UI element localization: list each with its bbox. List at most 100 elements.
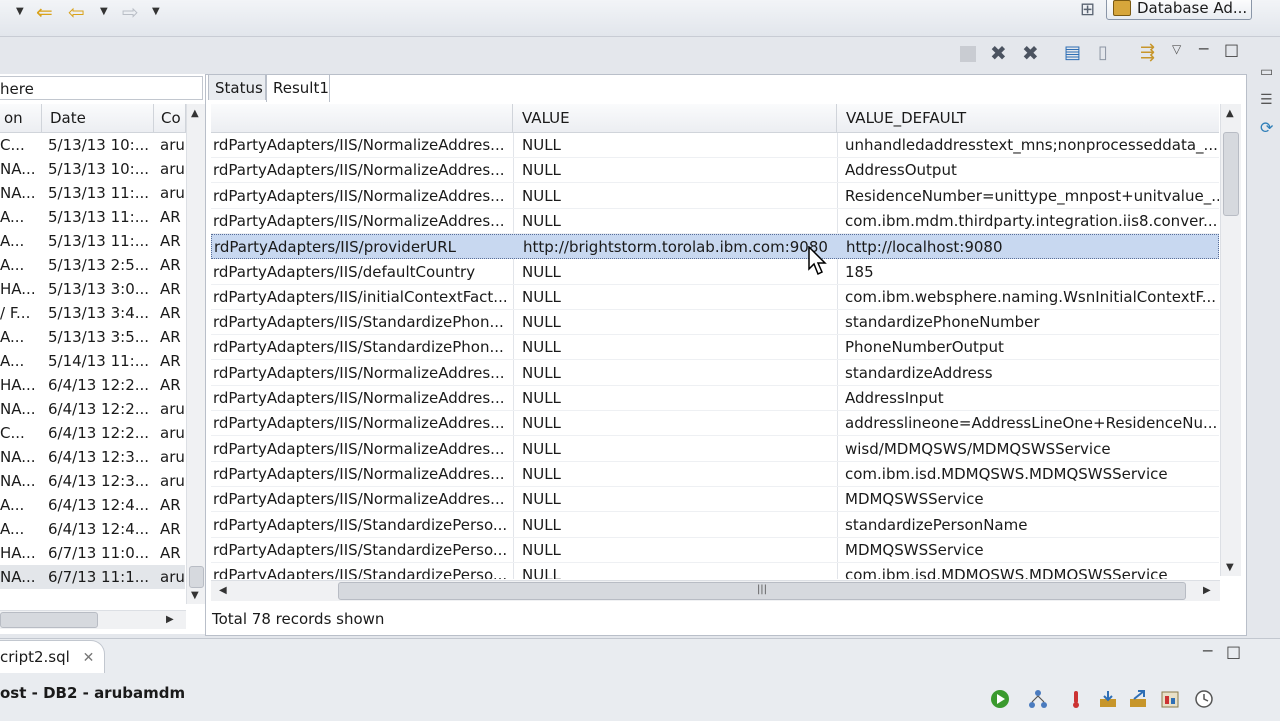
- editor-minimize-icon[interactable]: ‒: [1202, 640, 1213, 661]
- editor-tab-script2[interactable]: cript2.sql ✕: [0, 640, 105, 673]
- perspective-button[interactable]: Database Ad...: [1106, 0, 1252, 20]
- table-row[interactable]: rdPartyAdapters/IIS/NormalizeAddres... NU…: [211, 158, 1219, 184]
- performance-metrics-icon[interactable]: [1066, 689, 1086, 709]
- table-row[interactable]: rdPartyAdapters/IIS/NormalizeAddres... NU…: [211, 184, 1219, 209]
- table-row[interactable]: rdPartyAdapters/IIS/StandardizePhon... NU…: [211, 335, 1219, 361]
- table-row[interactable]: rdPartyAdapters/IIS/NormalizeAddres... NU…: [211, 411, 1219, 437]
- table-row[interactable]: rdPartyAdapters/IIS/StandardizePerso... N…: [211, 513, 1219, 538]
- history-row[interactable]: NA... 6/7/13 11:1... aru: [0, 565, 185, 589]
- dropdown-arrow-icon[interactable]: ▼: [16, 6, 24, 17]
- cell-value-default: MDMQSWSService: [845, 490, 984, 509]
- history-row[interactable]: HA... 6/4/13 12:2... AR: [0, 373, 185, 397]
- forward-dropdown-icon[interactable]: ▼: [152, 6, 160, 17]
- preferences-icon[interactable]: ⇶: [1140, 42, 1155, 63]
- history-cell: 5/13/13 11:...: [48, 232, 150, 250]
- back-dropdown-icon[interactable]: ▼: [100, 6, 108, 17]
- table-row[interactable]: rdPartyAdapters/IIS/StandardizePhon... NU…: [211, 310, 1219, 336]
- history-cell: 6/4/13 12:4...: [48, 496, 150, 514]
- cell-value-default: AddressOutput: [845, 161, 957, 180]
- history-row[interactable]: HA... 5/13/13 3:0... AR: [0, 277, 185, 301]
- column-header-name[interactable]: [211, 104, 513, 132]
- forward-arrow-icon[interactable]: ⇨: [122, 2, 139, 22]
- import-icon[interactable]: [1098, 689, 1118, 709]
- export-icon[interactable]: [1128, 689, 1148, 709]
- history-row[interactable]: A... 5/13/13 3:5... AR: [0, 325, 185, 349]
- history-cell: aru: [160, 448, 185, 466]
- table-row[interactable]: rdPartyAdapters/IIS/providerURL http://br…: [211, 234, 1219, 260]
- cell-name: rdPartyAdapters/IIS/NormalizeAddres...: [213, 414, 505, 433]
- history-row[interactable]: NA... 6/4/13 12:3... aru: [0, 469, 185, 493]
- editor-maximize-icon[interactable]: □: [1226, 642, 1241, 661]
- history-cell: NA...: [0, 568, 36, 586]
- refresh-icon[interactable]: ⟳: [1260, 118, 1273, 137]
- table-row[interactable]: rdPartyAdapters/IIS/initialContextFact..…: [211, 285, 1219, 310]
- table-row[interactable]: rdPartyAdapters/IIS/StandardizePerso... N…: [211, 538, 1219, 563]
- run-sql-icon[interactable]: [990, 689, 1010, 709]
- history-row[interactable]: NA... 5/13/13 10:... aru: [0, 157, 185, 181]
- grid-vscroll-thumb[interactable]: [1223, 132, 1239, 216]
- column-header-value-default[interactable]: VALUE_DEFAULT: [837, 104, 1219, 132]
- scroll-down-icon[interactable]: ▼: [1226, 562, 1234, 573]
- history-row[interactable]: A... 5/13/13 2:5... AR: [0, 253, 185, 277]
- cell-value-default: standardizePhoneNumber: [845, 313, 1040, 332]
- history-row[interactable]: A... 5/14/13 11:... AR: [0, 349, 185, 373]
- table-row[interactable]: rdPartyAdapters/IIS/NormalizeAddres... NU…: [211, 462, 1219, 487]
- filter-input[interactable]: here: [0, 76, 203, 100]
- scroll-down-icon[interactable]: ▼: [191, 590, 199, 601]
- close-tab-icon[interactable]: ✕: [83, 650, 95, 666]
- result-grid-body: rdPartyAdapters/IIS/NormalizeAddres... NU…: [211, 133, 1219, 579]
- history-row[interactable]: A... 6/4/13 12:4... AR: [0, 493, 185, 517]
- table-view-icon[interactable]: ☰: [1260, 92, 1273, 108]
- scroll-up-icon[interactable]: ▲: [191, 108, 199, 119]
- column-header-operation[interactable]: on: [0, 104, 42, 132]
- configure-icon[interactable]: [1160, 689, 1180, 709]
- grid-layout-icon[interactable]: ⊞: [1080, 0, 1095, 20]
- table-row[interactable]: rdPartyAdapters/IIS/NormalizeAddres... NU…: [211, 133, 1219, 158]
- table-row[interactable]: rdPartyAdapters/IIS/defaultCountry NULL 18…: [211, 260, 1219, 285]
- scroll-right-icon[interactable]: ▶: [166, 614, 174, 625]
- history-clock-icon[interactable]: [1194, 689, 1214, 709]
- history-cell: 6/7/13 11:0...: [48, 544, 150, 562]
- history-row[interactable]: A... 6/4/13 12:4... AR: [0, 517, 185, 541]
- column-header-value[interactable]: VALUE: [513, 104, 837, 132]
- history-row[interactable]: A... 5/13/13 11:... AR: [0, 205, 185, 229]
- grid-hscroll-thumb[interactable]: |||: [338, 582, 1186, 600]
- back-arrow-icon[interactable]: ⇦: [68, 2, 85, 22]
- table-row[interactable]: rdPartyAdapters/IIS/NormalizeAddres... NU…: [211, 209, 1219, 234]
- view-menu-icon[interactable]: ▽: [1172, 42, 1181, 56]
- history-vscroll-thumb[interactable]: [189, 566, 204, 588]
- table-row[interactable]: rdPartyAdapters/IIS/NormalizeAddres... NU…: [211, 487, 1219, 513]
- history-row[interactable]: A... 5/13/13 11:... AR: [0, 229, 185, 253]
- remove-all-results-icon[interactable]: ✖: [1022, 41, 1039, 65]
- history-row[interactable]: NA... 6/4/13 12:2... aru: [0, 397, 185, 421]
- table-row[interactable]: rdPartyAdapters/IIS/NormalizeAddres... NU…: [211, 437, 1219, 462]
- history-hscroll-thumb[interactable]: [0, 612, 98, 628]
- scroll-up-icon[interactable]: ▲: [1226, 108, 1234, 119]
- table-row[interactable]: rdPartyAdapters/IIS/NormalizeAddres... NU…: [211, 386, 1219, 411]
- history-row[interactable]: C... 6/4/13 12:2... aru: [0, 421, 185, 445]
- column-header-connection[interactable]: Co: [154, 104, 186, 132]
- history-vertical-scrollbar[interactable]: ▲ ▼: [186, 104, 205, 604]
- minimize-icon[interactable]: ‒: [1198, 38, 1209, 59]
- visual-explain-icon[interactable]: [1028, 689, 1048, 709]
- back-to-last-edit-icon[interactable]: ⇐: [36, 2, 53, 22]
- tab-result1[interactable]: Result1: [266, 74, 330, 102]
- history-row[interactable]: / F... 5/13/13 3:4... AR: [0, 301, 185, 325]
- history-row[interactable]: C... 5/13/13 10:... aru: [0, 133, 185, 157]
- table-row[interactable]: rdPartyAdapters/IIS/NormalizeAddres... NU…: [211, 361, 1219, 386]
- stop-icon[interactable]: [960, 46, 976, 62]
- open-results-icon[interactable]: ▤: [1064, 42, 1081, 63]
- maximize-icon[interactable]: □: [1224, 40, 1239, 59]
- column-header-date[interactable]: Date: [42, 104, 154, 132]
- remove-result-icon[interactable]: ✖: [990, 41, 1007, 65]
- history-row[interactable]: NA... 6/4/13 12:3... aru: [0, 445, 185, 469]
- table-row[interactable]: rdPartyAdapters/IIS/StandardizePerso... N…: [211, 563, 1219, 579]
- cell-value-default: http://localhost:9080: [846, 238, 1003, 257]
- document-icon[interactable]: ▯: [1098, 42, 1108, 63]
- scroll-left-icon[interactable]: ◀: [219, 585, 227, 596]
- history-row[interactable]: HA... 6/7/13 11:0... AR: [0, 541, 185, 565]
- tab-status[interactable]: Status: [208, 74, 266, 100]
- history-row[interactable]: NA... 5/13/13 11:... aru: [0, 181, 185, 205]
- restore-icon[interactable]: ▭: [1260, 64, 1273, 80]
- scroll-right-icon[interactable]: ▶: [1203, 585, 1211, 596]
